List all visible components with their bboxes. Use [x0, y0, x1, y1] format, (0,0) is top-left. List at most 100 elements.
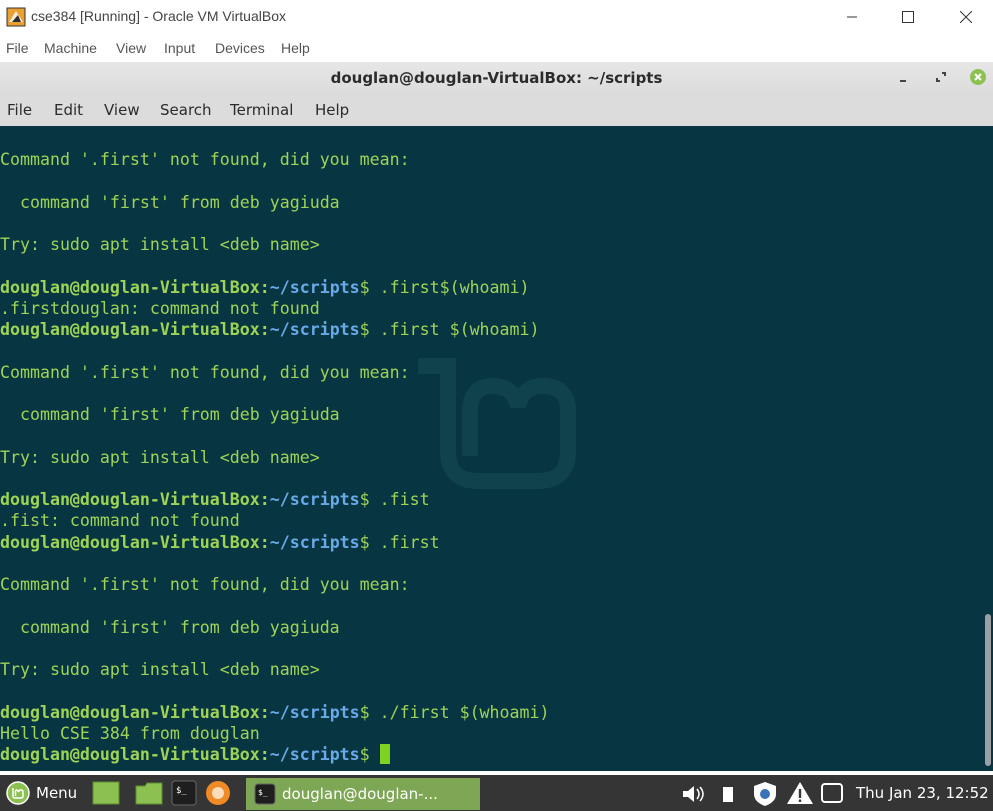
- terminal-titlebar: douglan@douglan-VirtualBox: ~/scripts: [0, 62, 993, 94]
- prompt-symbol: $: [359, 745, 380, 764]
- terminal-output-area[interactable]: Command '.first' not found, did you mean…: [0, 126, 993, 771]
- prompt-line: douglan@douglan-VirtualBox:~/scripts$ .f…: [0, 489, 550, 510]
- terminal-close-icon[interactable]: [969, 68, 987, 86]
- prompt-path: ~/scripts: [269, 745, 360, 764]
- battery-icon[interactable]: [720, 784, 736, 804]
- terminal-maximize-icon[interactable]: [935, 71, 947, 83]
- terminal-menu-help[interactable]: Help: [315, 101, 349, 119]
- svg-text:$_: $_: [258, 788, 268, 797]
- volume-icon[interactable]: [680, 783, 708, 805]
- command-text: .first $(whoami): [379, 320, 540, 339]
- close-button[interactable]: [943, 2, 989, 32]
- prompt-path: ~/scripts: [269, 320, 360, 339]
- prompt-user: douglan@douglan-VirtualBox: [0, 320, 260, 339]
- prompt-path: ~/scripts: [269, 702, 360, 722]
- command-text: .first: [379, 532, 440, 552]
- prompt-user: douglan@douglan-VirtualBox: [0, 745, 260, 764]
- mint-menu-icon[interactable]: [6, 781, 30, 805]
- maximize-icon: [902, 11, 914, 23]
- output-line: Command '.first' not found, did you mean…: [0, 575, 410, 594]
- taskbar-menu-button[interactable]: Menu: [36, 784, 77, 802]
- terminal-scrollbar[interactable]: [983, 126, 993, 771]
- output-line: command 'first' from deb yagiuda: [0, 405, 340, 424]
- terminal-menu-search[interactable]: Search: [160, 101, 212, 119]
- virtualbox-app-icon: [6, 7, 26, 27]
- terminal-menu-view[interactable]: View: [104, 101, 140, 119]
- prompt-path: ~/scripts: [269, 490, 360, 509]
- prompt-line: douglan@douglan-VirtualBox:~/scripts$: [0, 744, 550, 765]
- terminal-window-icon: $_: [254, 783, 276, 805]
- terminal-menubar: File Edit View Search Terminal Help: [0, 94, 993, 126]
- output-line: .fist: command not found: [0, 511, 240, 531]
- prompt-symbol: $: [359, 490, 380, 509]
- files-folder-icon[interactable]: [135, 780, 163, 806]
- virtualbox-menubar: File Machine View Input Devices Help: [0, 36, 993, 60]
- terminal-menu-terminal[interactable]: Terminal: [230, 101, 293, 119]
- workspace-icon[interactable]: [820, 782, 844, 804]
- vbox-menu-view[interactable]: View: [116, 40, 146, 56]
- svg-text:$_: $_: [176, 786, 187, 796]
- prompt-path: ~/scripts: [269, 277, 360, 297]
- command-text: ./first $(whoami): [379, 702, 550, 722]
- vbox-menu-file[interactable]: File: [6, 40, 29, 56]
- terminal-cursor: [379, 744, 390, 764]
- output-line: Try: sudo apt install <deb name>: [0, 235, 320, 254]
- vbox-menu-input[interactable]: Input: [164, 40, 195, 56]
- output-line: command 'first' from deb yagiuda: [0, 192, 340, 212]
- prompt-colon: :: [259, 320, 270, 339]
- command-text: .first$(whoami): [379, 277, 530, 297]
- vbox-menu-help[interactable]: Help: [281, 40, 310, 56]
- terminal-launcher-icon[interactable]: $_: [171, 780, 197, 806]
- prompt-colon: :: [259, 745, 270, 764]
- prompt-line: douglan@douglan-VirtualBox:~/scripts$ .f…: [0, 319, 550, 340]
- terminal-text: Command '.first' not found, did you mean…: [0, 149, 550, 765]
- prompt-colon: :: [259, 702, 270, 722]
- command-text: .fist: [379, 490, 430, 509]
- output-line: .firstdouglan: command not found: [0, 298, 320, 318]
- active-window-label: douglan@douglan-...: [282, 785, 438, 803]
- firefox-icon[interactable]: [205, 780, 231, 806]
- terminal-menu-file[interactable]: File: [7, 101, 32, 119]
- virtualbox-titlebar: cse384 [Running] - Oracle VM VirtualBox: [0, 0, 993, 34]
- terminal-window-title: douglan@douglan-VirtualBox: ~/scripts: [330, 69, 663, 87]
- taskbar-clock[interactable]: Thu Jan 23, 12:52: [856, 784, 989, 802]
- maximize-button[interactable]: [885, 2, 931, 32]
- minimize-icon: [847, 16, 857, 18]
- prompt-user: douglan@douglan-VirtualBox: [0, 490, 260, 509]
- shield-icon[interactable]: [751, 780, 779, 808]
- output-line: Command '.first' not found, did you mean…: [0, 150, 410, 169]
- output-line: command 'first' from deb yagiuda: [0, 617, 340, 637]
- show-desktop-icon[interactable]: [92, 780, 120, 806]
- output-line: Hello CSE 384 from douglan: [0, 723, 260, 743]
- output-line: Try: sudo apt install <deb name>: [0, 660, 320, 679]
- prompt-symbol: $: [359, 532, 380, 552]
- terminal-menu-edit[interactable]: Edit: [54, 101, 83, 119]
- vbox-menu-machine[interactable]: Machine: [44, 40, 97, 56]
- output-line: Try: sudo apt install <deb name>: [0, 447, 320, 467]
- scrollbar-thumb[interactable]: [985, 614, 991, 766]
- virtualbox-window-title: cse384 [Running] - Oracle VM VirtualBox: [31, 8, 286, 24]
- prompt-symbol: $: [359, 277, 380, 297]
- prompt-user: douglan@douglan-VirtualBox: [0, 532, 260, 552]
- close-icon: [960, 11, 972, 23]
- vbox-menu-devices[interactable]: Devices: [215, 40, 265, 56]
- warning-icon[interactable]: [786, 780, 814, 806]
- prompt-line: douglan@douglan-VirtualBox:~/scripts$ .f…: [0, 277, 550, 298]
- prompt-colon: :: [259, 532, 270, 552]
- prompt-colon: :: [259, 490, 270, 509]
- minimize-button[interactable]: [829, 2, 875, 32]
- prompt-path: ~/scripts: [269, 532, 360, 552]
- terminal-minimize-icon[interactable]: [898, 74, 908, 84]
- prompt-user: douglan@douglan-VirtualBox: [0, 702, 260, 722]
- taskbar-active-window[interactable]: $_ douglan@douglan-...: [246, 778, 480, 810]
- prompt-line: douglan@douglan-VirtualBox:~/scripts$ .f…: [0, 532, 550, 553]
